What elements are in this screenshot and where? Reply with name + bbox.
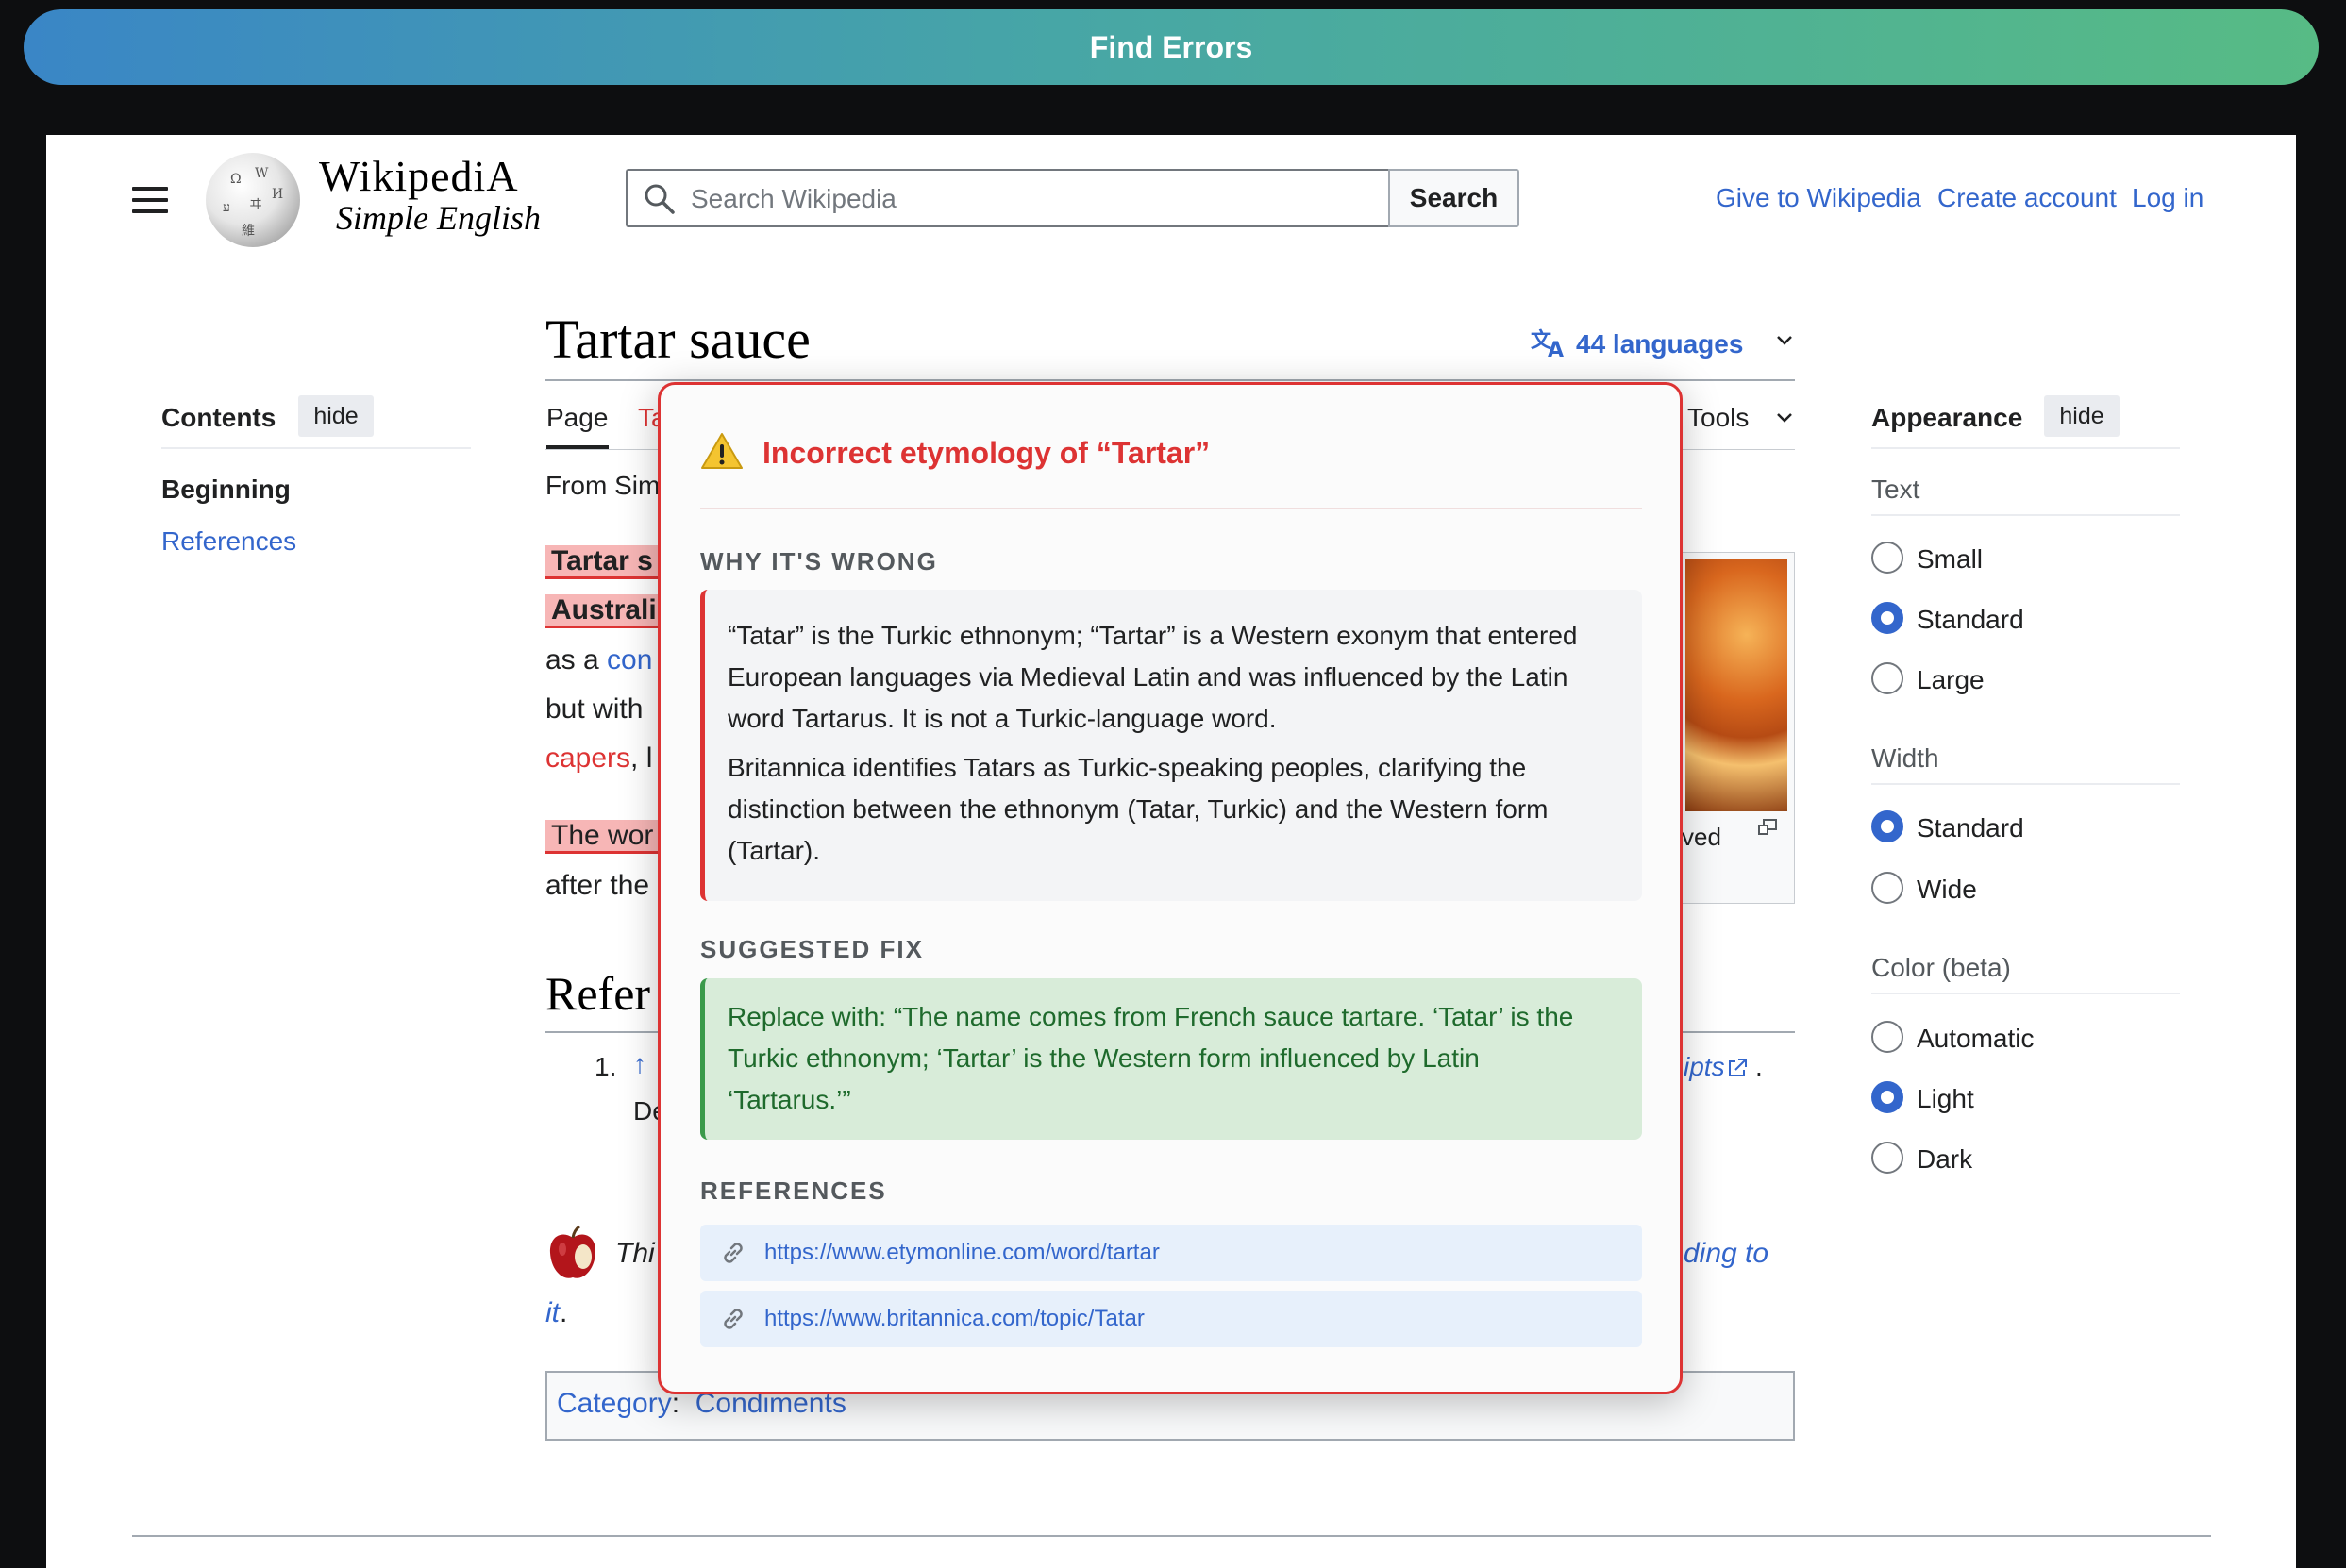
appearance-hide-button[interactable]: hide <box>2044 395 2120 437</box>
reference-backlink[interactable]: ↑ <box>633 1049 646 1079</box>
highlighted-sentence[interactable]: Tartar s <box>545 545 659 579</box>
toc-item-references[interactable]: References <box>161 526 296 557</box>
menu-icon[interactable] <box>132 185 168 215</box>
color-dark-label: Dark <box>1917 1144 1973 1174</box>
search-button[interactable]: Search <box>1388 169 1519 227</box>
width-wide-label: Wide <box>1917 875 1977 904</box>
color-dark-radio[interactable] <box>1871 1142 1903 1174</box>
translate-icon: 文 A <box>1531 328 1564 362</box>
text-large-radio[interactable] <box>1871 662 1903 694</box>
give-to-wikipedia-link[interactable]: Give to Wikipedia <box>1716 183 1921 213</box>
color-automatic-radio[interactable] <box>1871 1021 1903 1053</box>
color-divider <box>1871 993 2180 994</box>
body-link[interactable]: con <box>607 644 652 676</box>
body-line: after the <box>545 870 650 901</box>
text-size-label: Text <box>1871 475 1920 504</box>
find-errors-button[interactable]: Find Errors <box>24 9 2319 85</box>
body-line: as a con <box>545 644 652 676</box>
why-wrong-paragraph-2: Britannica identifies Tatars as Turkic-s… <box>728 753 1549 865</box>
create-account-link[interactable]: Create account <box>1937 183 2117 213</box>
svg-text:A: A <box>1548 339 1564 359</box>
stub-notice-link[interactable]: ding to <box>1684 1238 1768 1270</box>
toc-title: Contents <box>161 403 276 432</box>
reference-item[interactable]: https://www.britannica.com/topic/Tatar <box>700 1291 1642 1347</box>
title-divider <box>545 379 1795 381</box>
appearance-title: Appearance <box>1871 403 2023 432</box>
toc-item-beginning[interactable]: Beginning <box>161 475 291 505</box>
reference-link-text: ipts <box>1684 1052 1725 1081</box>
toc-divider <box>161 447 471 449</box>
width-label: Width <box>1871 743 1939 773</box>
stub-notice-end: it. <box>545 1297 567 1329</box>
color-light-radio[interactable] <box>1871 1081 1903 1113</box>
warning-icon <box>701 433 743 469</box>
width-wide-radio[interactable] <box>1871 872 1903 904</box>
footer-divider <box>132 1535 2211 1537</box>
toc-hide-button[interactable]: hide <box>298 395 374 437</box>
suggested-fix-text: Replace with: “The name comes from Frenc… <box>728 1002 1574 1114</box>
stub-notice-text: Thi <box>615 1238 655 1269</box>
category-label-link[interactable]: Category <box>557 1388 672 1419</box>
text-standard-radio[interactable] <box>1871 602 1903 634</box>
tools-label: Tools <box>1687 403 1750 432</box>
tab-page[interactable]: Page <box>546 403 608 433</box>
search-input[interactable] <box>691 182 1351 216</box>
body-line: but with <box>545 693 644 725</box>
apple-icon <box>549 1225 596 1278</box>
color-label: Color (beta) <box>1871 953 2011 982</box>
text-small-radio[interactable] <box>1871 542 1903 574</box>
body-text: , l <box>630 742 653 774</box>
reference-number: 1. <box>595 1052 617 1081</box>
chevron-down-icon[interactable] <box>1776 335 1793 346</box>
body-line: capers, l <box>545 742 652 775</box>
body-text: as a <box>545 644 608 676</box>
stub-notice-period: . <box>560 1297 568 1328</box>
external-link-icon <box>1728 1059 1747 1076</box>
tools-menu[interactable]: Tools <box>1687 403 1749 433</box>
image-caption: ved <box>1682 823 1721 851</box>
languages-button[interactable]: 文 A 44 languages <box>1531 326 1744 362</box>
wikipedia-tagline: Simple English <box>336 199 541 237</box>
tartar-sauce-image[interactable] <box>1685 559 1787 811</box>
highlighted-sentence-cont[interactable]: Australi <box>545 594 662 628</box>
expand-image-icon[interactable] <box>1757 819 1778 836</box>
stub-notice-link-end[interactable]: it <box>545 1297 560 1328</box>
capers-link[interactable]: capers <box>545 742 630 774</box>
languages-label: 44 languages <box>1576 329 1744 359</box>
why-wrong-label: WHY IT'S WRONG <box>700 547 938 575</box>
text-small-label: Small <box>1917 544 1984 574</box>
log-in-link[interactable]: Log in <box>2132 183 2204 213</box>
highlighted-sentence-2[interactable]: The wor <box>545 820 660 854</box>
popover-title: Incorrect etymology of “Tartar” <box>762 436 1211 470</box>
references-label: REFERENCES <box>700 1176 887 1205</box>
wikipedia-globe-logo[interactable]: Ω W ע ヰ И 維 <box>206 153 300 247</box>
width-divider <box>1871 783 2180 785</box>
text-standard-label: Standard <box>1917 605 2024 634</box>
reference-url[interactable]: https://www.etymonline.com/word/tartar <box>764 1240 1160 1266</box>
wikipedia-wordmark[interactable]: WikipediA <box>319 151 519 201</box>
page-title: Tartar sauce <box>545 309 811 370</box>
tools-chevron-icon[interactable] <box>1776 412 1793 424</box>
why-wrong-paragraph-1: “Tatar” is the Turkic ethnonym; “Tartar”… <box>728 621 1578 733</box>
references-heading: Refer <box>545 967 651 1020</box>
reference-external-link[interactable]: ipts <box>1684 1052 1748 1082</box>
from-line: From Sim <box>545 471 661 500</box>
reference-item[interactable]: https://www.etymonline.com/word/tartar <box>700 1225 1642 1281</box>
text-large-label: Large <box>1917 665 1985 694</box>
width-standard-radio[interactable] <box>1871 810 1903 842</box>
search-icon <box>645 184 675 214</box>
color-light-label: Light <box>1917 1084 1974 1113</box>
text-size-divider <box>1871 514 2180 516</box>
reference-url[interactable]: https://www.britannica.com/topic/Tatar <box>764 1306 1145 1332</box>
link-icon <box>724 1243 743 1263</box>
appearance-divider <box>1871 447 2180 449</box>
color-automatic-label: Automatic <box>1917 1024 2035 1053</box>
suggested-fix-label: SUGGESTED FIX <box>700 935 924 963</box>
reference-period: . <box>1755 1052 1763 1081</box>
popover-divider <box>700 508 1642 509</box>
width-standard-label: Standard <box>1917 813 2024 842</box>
link-icon <box>724 1309 743 1329</box>
